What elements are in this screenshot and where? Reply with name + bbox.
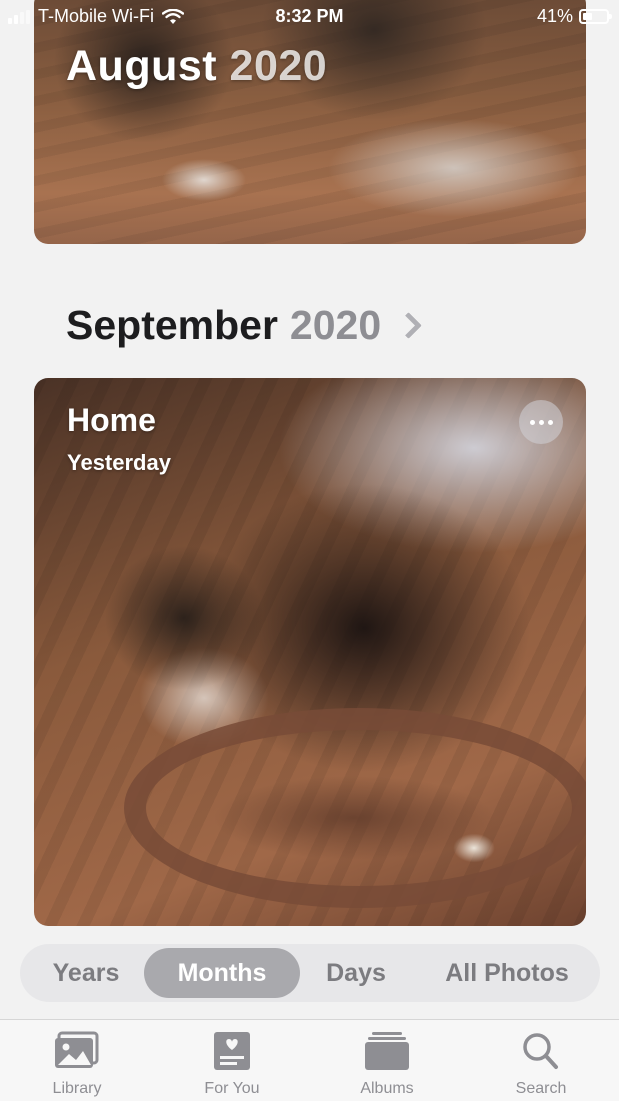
chevron-right-icon — [395, 312, 423, 339]
tab-library-label: Library — [52, 1080, 102, 1097]
for-you-icon — [214, 1032, 250, 1070]
home-card-subtitle: Yesterday — [67, 450, 171, 475]
august-month-label: August — [66, 42, 218, 90]
tab-search-label: Search — [515, 1080, 567, 1097]
tab-bar: Library For You Albums Search — [0, 1019, 619, 1101]
august-2020-card[interactable] — [34, 0, 586, 244]
battery-level — [583, 13, 593, 20]
home-memory-card[interactable]: Home Yesterday — [34, 378, 586, 926]
photo-library-icon — [55, 1031, 99, 1068]
photos-app-screen: August 2020 T-Mobile Wi-Fi 8:32 PM 41% S… — [0, 0, 619, 1101]
segment-years[interactable]: Years — [34, 948, 138, 998]
segment-days[interactable]: Days — [306, 948, 406, 998]
cat-toy-ring — [124, 708, 586, 908]
ellipsis-icon — [529, 419, 535, 425]
september-year-label: 2020 — [289, 302, 382, 348]
segment-months[interactable]: Months — [144, 948, 300, 998]
battery-icon — [579, 9, 612, 24]
tab-library[interactable]: Library — [12, 1020, 142, 1101]
status-bar: T-Mobile Wi-Fi 8:32 PM 41% — [0, 0, 619, 34]
albums-icon — [365, 1032, 409, 1070]
august-year-label: 2020 — [229, 42, 328, 90]
tab-albums-label: Albums — [360, 1080, 414, 1097]
september-month-label: September — [66, 302, 278, 348]
status-right: 41% — [536, 6, 612, 27]
ellipsis-dot — [538, 419, 544, 425]
status-time: 8:32 PM — [275, 6, 344, 26]
battery-percent: 41% — [536, 6, 573, 26]
tab-search[interactable]: Search — [476, 1020, 606, 1101]
more-options-button[interactable] — [519, 400, 563, 444]
home-card-title: Home — [67, 402, 156, 438]
search-icon — [523, 1033, 558, 1069]
tab-for-you[interactable]: For You — [167, 1020, 297, 1101]
ellipsis-dot — [547, 419, 553, 425]
tab-for-you-label: For You — [204, 1080, 260, 1097]
tab-albums[interactable]: Albums — [322, 1020, 452, 1101]
segment-all-photos[interactable]: All Photos — [420, 948, 594, 998]
september-2020-heading[interactable]: September 2020 — [66, 302, 423, 349]
august-2020-title: August 2020 — [66, 42, 327, 91]
time-scale-segmented-control: Years Months Days All Photos — [20, 944, 600, 1002]
